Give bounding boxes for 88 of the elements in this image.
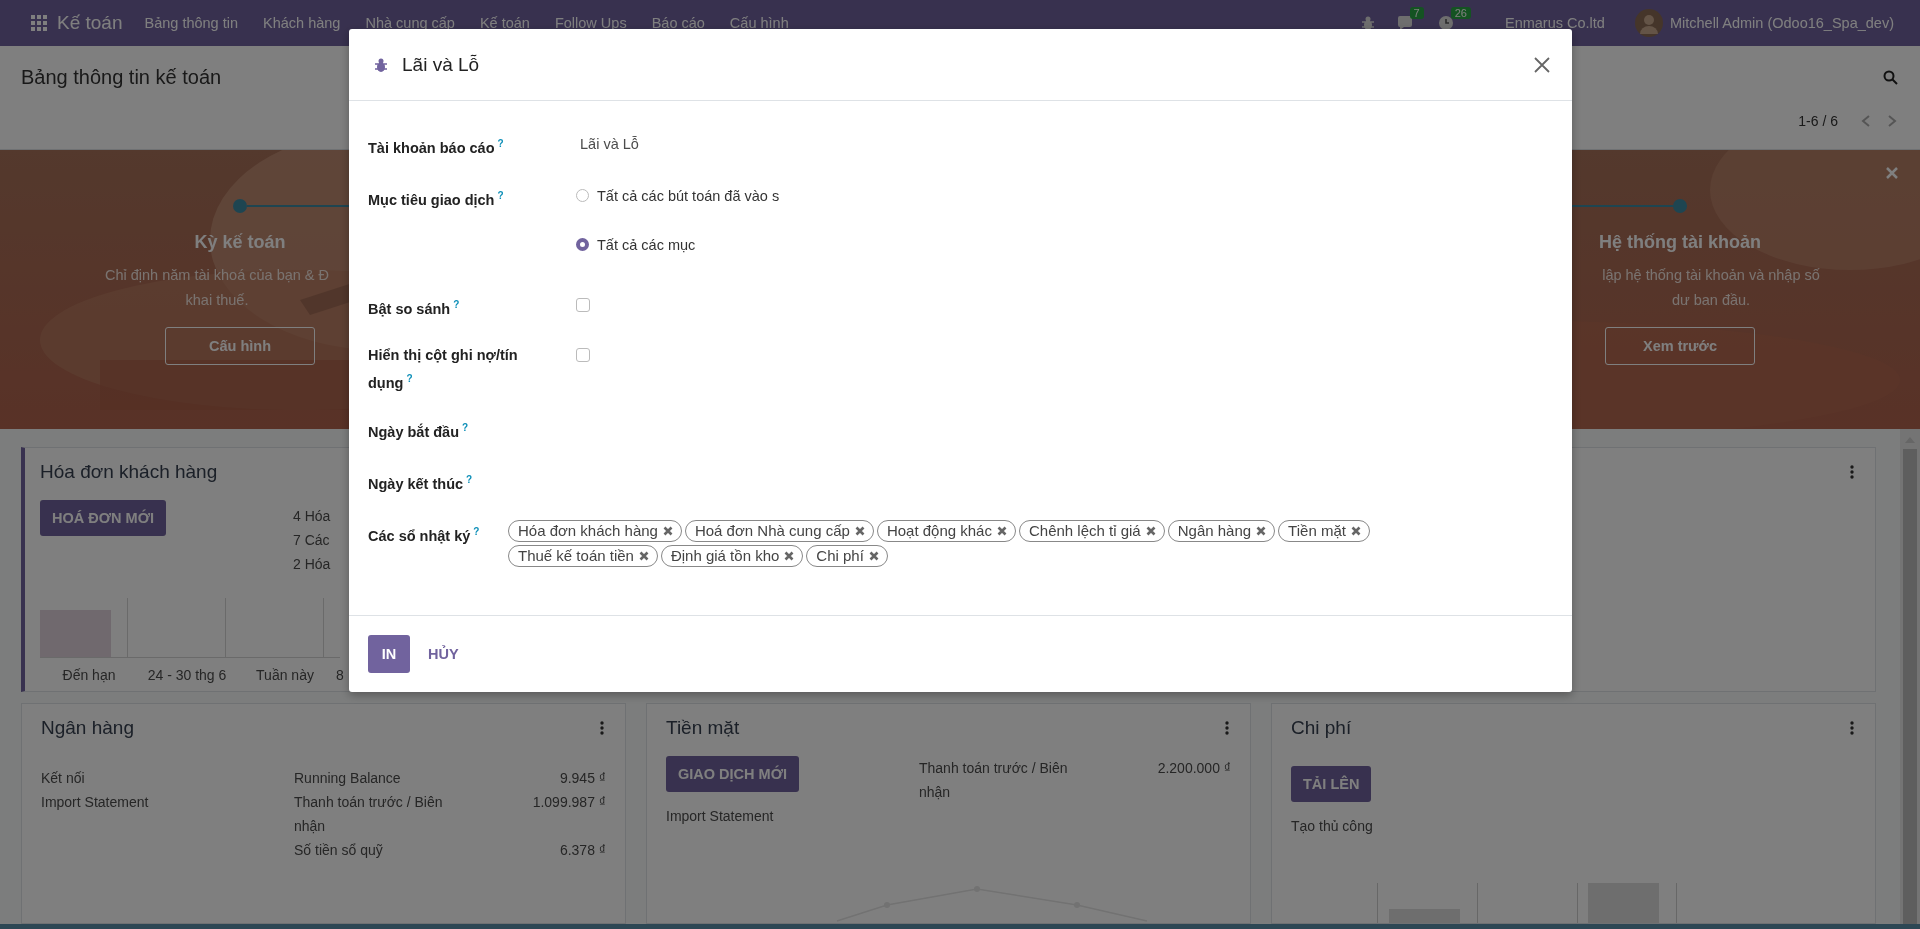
radio-button[interactable]	[576, 189, 589, 203]
cancel-button[interactable]: HỦY	[424, 646, 463, 662]
checkbox[interactable]	[576, 297, 590, 312]
menu-item[interactable]: Bảng thông tin	[144, 15, 239, 31]
dialog-title: Lãi và Lỗ	[402, 53, 480, 76]
delete-icon[interactable]	[854, 526, 865, 537]
delete-icon[interactable]	[1256, 526, 1267, 537]
axis-label: 8	[336, 667, 344, 683]
company-switcher[interactable]: Enmarus Co.ltd	[1505, 15, 1605, 31]
card-link[interactable]: Import Statement	[41, 790, 149, 814]
delete-icon[interactable]	[1145, 526, 1156, 537]
help-tooltip-mark[interactable]: ?	[453, 298, 460, 310]
search-icon[interactable]	[1883, 69, 1898, 85]
card-link[interactable]: Import Statement	[666, 804, 774, 828]
card-title[interactable]: Hóa đơn khách hàng	[40, 461, 218, 483]
menu-item[interactable]: Báo cáo	[651, 15, 705, 31]
apps-grid-icon[interactable]	[31, 15, 47, 31]
step-button[interactable]: Xem trước	[1605, 327, 1755, 365]
field-label: Hiển thị cột ghi nợ/tín dụng $^{?}$	[368, 345, 519, 393]
balance-label: Running Balance	[294, 769, 402, 788]
help-tooltip-mark[interactable]: ?	[497, 189, 504, 201]
balance-amount: 1.099.987 ₫	[532, 793, 606, 812]
bug-icon[interactable]	[1360, 15, 1375, 31]
menu-item[interactable]: Kế toán	[479, 15, 530, 31]
radio-label[interactable]: Tất cả các mục	[597, 232, 696, 257]
primary-button[interactable]: GIAO DỊCH MỚI	[666, 756, 800, 792]
menu-item[interactable]: Khách hàng	[263, 15, 341, 31]
step-title: Kỳ kế toán	[194, 232, 286, 253]
close-icon[interactable]	[1534, 56, 1550, 73]
kebab-menu-icon[interactable]	[1225, 721, 1229, 735]
help-tooltip-mark[interactable]: ?	[406, 372, 413, 384]
primary-button[interactable]: HOÁ ĐƠN MỚI	[40, 500, 167, 536]
clock-icon[interactable]	[1437, 15, 1454, 31]
step-button[interactable]: Cấu hình	[165, 327, 315, 365]
axis-label: Tuần này	[256, 667, 314, 683]
page-title: Bảng thông tin kế toán	[21, 65, 222, 89]
card-title[interactable]: Tiền mặt	[666, 717, 740, 739]
help-tooltip-mark[interactable]: ?	[462, 422, 469, 434]
axis-label: 24 - 30 thg 6	[147, 667, 227, 683]
chat-icon[interactable]	[1396, 15, 1413, 31]
delete-icon[interactable]	[1350, 526, 1361, 537]
bug-icon	[374, 56, 388, 73]
help-tooltip-mark[interactable]: ?	[466, 474, 473, 486]
kebab-menu-icon[interactable]	[1850, 465, 1854, 479]
delete-icon[interactable]	[868, 551, 879, 562]
delete-icon[interactable]	[638, 551, 649, 562]
delete-icon[interactable]	[784, 551, 795, 562]
scrollbar[interactable]	[1900, 429, 1920, 924]
delete-icon[interactable]	[662, 526, 673, 537]
field-label: Tài khoản báo cáo $^{?}$	[368, 137, 504, 158]
step-title: Hệ thống tài khoản	[1599, 232, 1761, 253]
notification-badge: 26	[1450, 7, 1471, 19]
balance-amount: 6.378 ₫	[559, 841, 606, 860]
field-label: Mục tiêu giao dịch $^{?}$	[368, 188, 504, 210]
balance-amount: 2.200.000 ₫	[1157, 759, 1231, 778]
radio-button[interactable]	[576, 238, 589, 252]
balance-label: Thanh toán trước / Biên nhận	[294, 793, 444, 836]
field-label: Các sổ nhật ký $^{?}$	[368, 525, 480, 546]
step-description: Chỉ định năm tài khoá của bạn & Đ khai thuế.	[103, 266, 331, 310]
app-name[interactable]: Kế toán	[57, 12, 123, 34]
field-value: Lãi và Lỗ	[580, 136, 639, 152]
checkbox[interactable]	[576, 347, 590, 362]
delete-icon[interactable]	[996, 526, 1007, 537]
field-label: Ngày bắt đầu $^{?}$	[368, 421, 469, 443]
field-label: Ngày kết thúc $^{?}$	[368, 473, 473, 495]
card-title[interactable]: Ngân hàng	[41, 717, 134, 739]
menu-item[interactable]: Cấu hình	[729, 15, 789, 31]
print-button[interactable]: IN	[368, 635, 410, 673]
kebab-menu-icon[interactable]	[600, 721, 604, 735]
field-label: Bật so sánh $^{?}$	[368, 297, 460, 319]
primary-button[interactable]: TẢI LÊN	[1291, 766, 1372, 802]
balance-amount: 9.945 ₫	[559, 769, 606, 788]
user-menu[interactable]: Mitchell Admin (Odoo16_Spa_dev)	[1669, 15, 1894, 31]
card-title[interactable]: Chi phí	[1291, 717, 1352, 739]
card-link[interactable]: Kết nối	[41, 766, 85, 790]
help-tooltip-mark[interactable]: ?	[497, 138, 504, 149]
radio-label[interactable]: Tất cả các bút toán đã vào s	[597, 183, 780, 208]
balance-label: Thanh toán trước / Biên nhận	[919, 759, 1069, 802]
kebab-menu-icon[interactable]	[1850, 721, 1854, 735]
axis-label: Đến hạn	[62, 667, 116, 683]
pager-value: 1-6 / 6	[1798, 113, 1838, 129]
notification-badge: 7	[1409, 7, 1424, 19]
step-description: lập hệ thống tài khoản và nhập số dư ban đầu.	[1601, 266, 1821, 310]
scrollbar-thumb[interactable]	[1903, 449, 1917, 924]
menu-item[interactable]: Follow Ups	[554, 15, 627, 31]
help-tooltip-mark[interactable]: ?	[473, 526, 480, 538]
card-link[interactable]: Tạo thủ công	[1291, 814, 1373, 838]
balance-label: Số tiền sổ quỹ	[294, 841, 384, 860]
